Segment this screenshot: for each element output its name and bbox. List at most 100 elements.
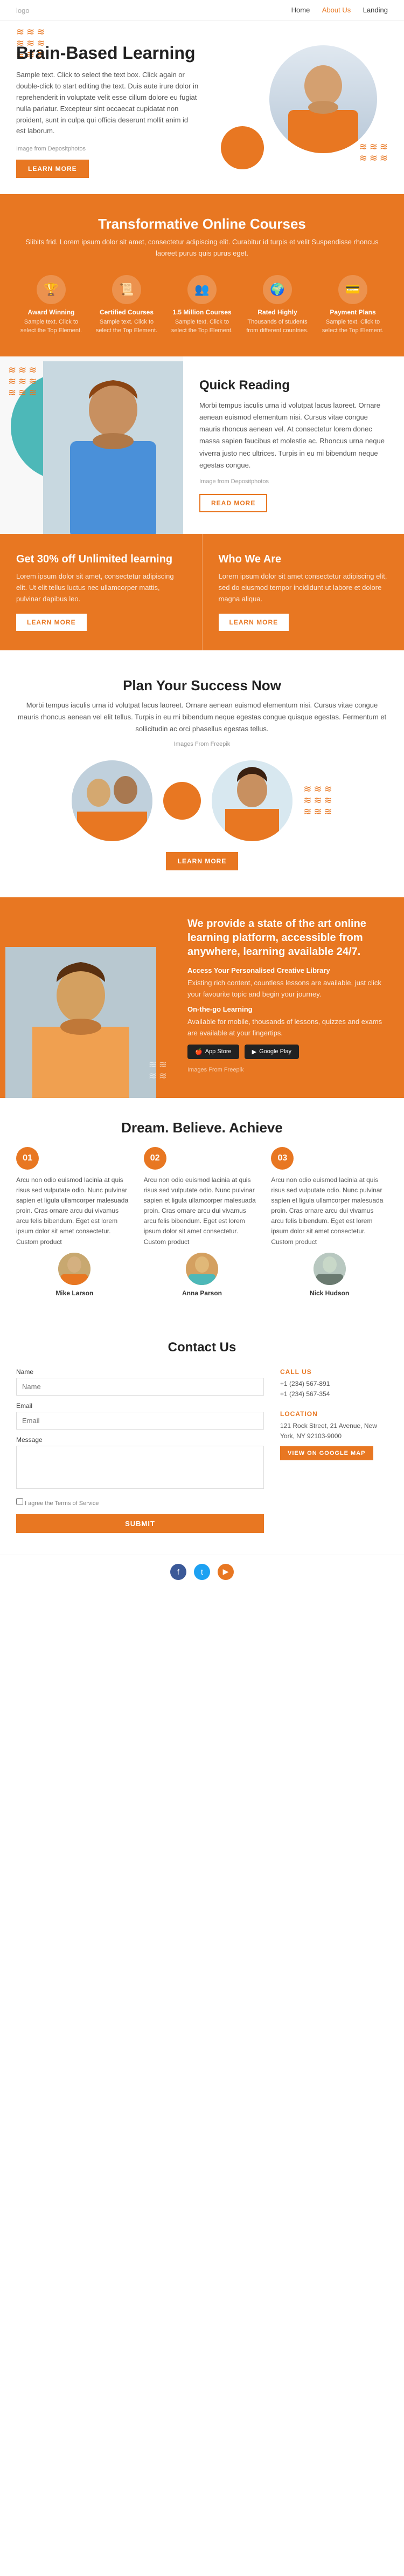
nav-home[interactable]: Home: [291, 6, 310, 14]
hero-title: Brain-Based Learning: [16, 43, 199, 63]
feature-payment-desc: Sample text. Click to select the Top Ele…: [321, 318, 385, 335]
contact-wrapper: Name Email Message I agree the Terms of …: [16, 1368, 388, 1533]
courses-section: Transformative Online Courses Slibits fr…: [0, 194, 404, 356]
feature-payment: 💳 Payment Plans Sample text. Click to se…: [321, 275, 385, 335]
provide-person-image: [5, 947, 156, 1098]
dream-col-1: 01 Arcu non odio euismod lacinia at quis…: [16, 1147, 133, 1297]
million-icon: 👥: [187, 275, 217, 304]
dream-text-1: Arcu non odio euismod lacinia at quis ri…: [16, 1175, 133, 1247]
feature-rated-desc: Thousands of students from different cou…: [245, 318, 310, 335]
dream-num-3: 03: [271, 1147, 294, 1170]
submit-button[interactable]: SUBMIT: [16, 1514, 264, 1533]
provide-image-left: ≋≋ ≋≋: [0, 897, 172, 1098]
provide-wave-deco: ≋≋ ≋≋: [149, 1059, 167, 1082]
hero-image-area: ≋≋≋ ≋≋≋: [215, 45, 388, 175]
discount-learn-more-button[interactable]: LEARN MORE: [16, 614, 87, 631]
youtube-icon[interactable]: ▶: [218, 1564, 234, 1580]
hero-learn-more-button[interactable]: LEARN MORE: [16, 160, 89, 178]
dream-num-1: 01: [16, 1147, 39, 1170]
name-input[interactable]: [16, 1378, 264, 1396]
avatar-3: [314, 1253, 346, 1285]
wave-deco-quick: ≋≋≋ ≋≋≋ ≋≋≋: [8, 365, 37, 399]
apple-icon: 🍎: [195, 1048, 203, 1055]
facebook-icon[interactable]: f: [170, 1564, 186, 1580]
feature-rated-title: Rated Highly: [245, 308, 310, 316]
who-title: Who We Are: [219, 553, 388, 566]
google-play-icon: ▶: [252, 1048, 256, 1055]
rated-icon: 🌍: [263, 275, 292, 304]
app-store-button[interactable]: 🍎 App Store: [187, 1045, 239, 1059]
feature-award-title: Award Winning: [19, 308, 83, 316]
twitter-icon[interactable]: t: [194, 1564, 210, 1580]
dream-section: Dream. Believe. Achieve 01 Arcu non odio…: [0, 1098, 404, 1318]
quick-read-more-button[interactable]: READ MORE: [199, 494, 267, 512]
feature-award-desc: Sample text. Click to select the Top Ele…: [19, 318, 83, 335]
plan-wave-deco: ≋≋≋ ≋≋≋ ≋≋≋: [303, 760, 332, 841]
quick-person-image: [43, 361, 183, 534]
hero-person-svg: [269, 45, 377, 153]
plan-title: Plan Your Success Now: [16, 677, 388, 694]
payment-icon: 💳: [338, 275, 367, 304]
message-textarea[interactable]: [16, 1446, 264, 1489]
plan-images: ≋≋≋ ≋≋≋ ≋≋≋: [16, 760, 388, 841]
provide-access-title: Access Your Personalised Creative Librar…: [187, 966, 389, 974]
quick-image-side: ≋≋≋ ≋≋≋ ≋≋≋: [0, 356, 183, 534]
wave-deco-hero-right: ≋≋≋ ≋≋≋: [359, 141, 388, 164]
navbar: logo Home About Us Landing: [0, 0, 404, 21]
contact-title: Contact Us: [16, 1340, 388, 1355]
feature-million-desc: Sample text. Click to select the Top Ele…: [170, 318, 234, 335]
award-icon: 🏆: [37, 275, 66, 304]
plan-circle-girl: [212, 760, 292, 841]
discount-title: Get 30% off Unlimited learning: [16, 553, 186, 566]
terms-checkbox[interactable]: [16, 1498, 23, 1505]
avatar-2: [186, 1253, 218, 1285]
contact-section: Contact Us Name Email Message I agree th…: [0, 1318, 404, 1555]
dream-text-2: Arcu non odio euismod lacinia at quis ri…: [144, 1175, 261, 1247]
certified-icon: 📜: [112, 275, 141, 304]
phone-1: +1 (234) 567-891: [280, 1379, 388, 1389]
provide-content: We provide a state of the art online lea…: [172, 897, 404, 1098]
email-label: Email: [16, 1402, 264, 1410]
discount-desc: Lorem ipsum dolor sit amet, consectetur …: [16, 571, 186, 604]
provide-onthego-desc: Available for mobile, thousands of lesso…: [187, 1016, 389, 1039]
email-input[interactable]: [16, 1412, 264, 1430]
dream-name-2: Anna Parson: [144, 1289, 261, 1297]
dream-text-3: Arcu non odio euismod lacinia at quis ri…: [271, 1175, 388, 1247]
two-cols-section: Get 30% off Unlimited learning Lorem ips…: [0, 534, 404, 650]
form-group-message: Message: [16, 1436, 264, 1492]
feature-million: 👥 1.5 Million Courses Sample text. Click…: [170, 275, 234, 335]
who-desc: Lorem ipsum dolor sit amet consectetur a…: [219, 571, 388, 604]
message-label: Message: [16, 1436, 264, 1444]
phone-2: +1 (234) 567-354: [280, 1389, 388, 1399]
provide-onthego-title: On-the-go Learning: [187, 1005, 389, 1013]
provide-img-from: Images From Freepik: [187, 1066, 389, 1075]
feature-payment-title: Payment Plans: [321, 308, 385, 316]
contact-call-block: CALL US +1 (234) 567-891 +1 (234) 567-35…: [280, 1368, 388, 1399]
hero-section: ≋ ≋ ≋ ≋ ≋ ≋ ≋ ≋ ≋ Brain-Based Learning S…: [0, 21, 404, 194]
app-buttons: 🍎 App Store ▶ Google Play: [187, 1045, 389, 1059]
google-play-button[interactable]: ▶ Google Play: [245, 1045, 299, 1059]
quick-reading-body: Morbi tempus iaculis urna id volutpat la…: [199, 400, 388, 471]
provide-access-desc: Existing rich content, countless lessons…: [187, 978, 389, 1000]
hero-description: Sample text. Click to select the text bo…: [16, 70, 199, 137]
map-button[interactable]: VIEW ON GOOGLE MAP: [280, 1446, 373, 1460]
feature-certified-desc: Sample text. Click to select the Top Ele…: [94, 318, 159, 335]
nav-about[interactable]: About Us: [322, 6, 351, 14]
courses-subtitle: Slibits frid. Lorem ipsum dolor sit amet…: [16, 237, 388, 259]
plan-section: Plan Your Success Now Morbi tempus iacul…: [0, 650, 404, 897]
who-learn-more-button[interactable]: LEARN MORE: [219, 614, 289, 631]
call-title: CALL US: [280, 1368, 388, 1376]
features-row: 🏆 Award Winning Sample text. Click to se…: [16, 275, 388, 335]
contact-location-block: LOCATION 121 Rock Street, 21 Avenue, New…: [280, 1410, 388, 1460]
plan-img-from: Images From Freepik: [16, 739, 388, 750]
dream-cols: 01 Arcu non odio euismod lacinia at quis…: [16, 1147, 388, 1297]
feature-rated: 🌍 Rated Highly Thousands of students fro…: [245, 275, 310, 335]
col-who-we-are: Who We Are Lorem ipsum dolor sit amet co…: [203, 534, 404, 650]
footer: f t ▶: [0, 1555, 404, 1589]
nav-landing[interactable]: Landing: [363, 6, 388, 14]
plan-circle-group: [72, 760, 152, 841]
location-title: LOCATION: [280, 1410, 388, 1418]
plan-learn-more-button[interactable]: LEARN MORE: [166, 852, 239, 870]
quick-content: Quick Reading Morbi tempus iaculis urna …: [183, 356, 404, 534]
form-group-email: Email: [16, 1402, 264, 1430]
